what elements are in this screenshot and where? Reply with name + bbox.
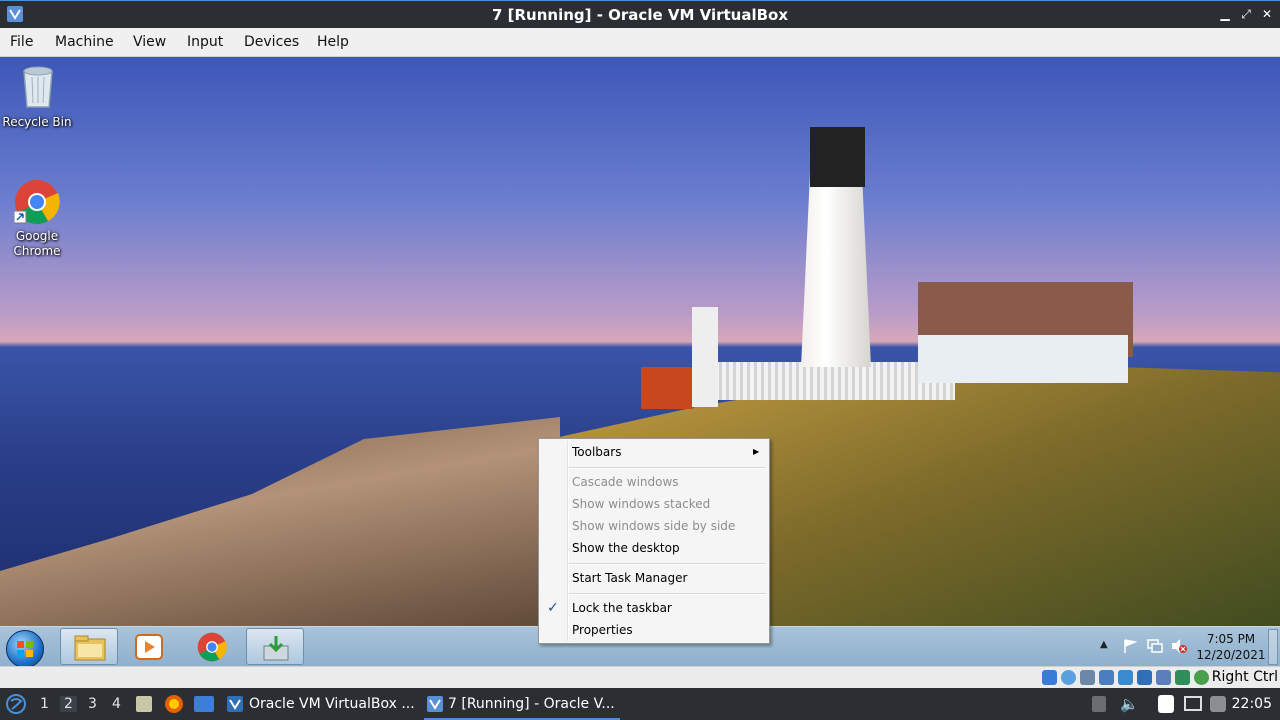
shared-folders-icon[interactable] [1137,670,1152,685]
menu-gutter [567,441,569,641]
window-title: 7 [Running] - Oracle VM VirtualBox [491,6,789,24]
recording-icon[interactable] [1175,670,1190,685]
maximize-icon[interactable]: ⤢ [1237,5,1255,23]
chrome-label-line1: Google [15,229,59,243]
menubar: File Machine View Input Devices Help [0,28,1280,57]
chrome-label-line2: Chrome [13,244,61,258]
folder-icon[interactable] [194,696,214,712]
taskbar-installer[interactable] [246,628,304,665]
installer-icon [263,636,289,661]
recycle-bin-label: Recycle Bin [2,115,72,129]
guest-clock[interactable]: 7:05 PM 12/20/2021 [1196,631,1266,663]
wallpaper-tower [692,307,718,407]
network-icon[interactable] [1146,638,1164,654]
close-icon[interactable]: ✕ [1258,5,1276,23]
menu-item-lock-taskbar[interactable]: Lock the taskbar [572,598,672,618]
guest-clock-date: 12/20/2021 [1196,648,1266,662]
network-tray-icon[interactable] [1210,696,1226,712]
file-manager-icon[interactable] [136,696,152,712]
wallpaper-shed [641,367,693,409]
menu-item-toolbars[interactable]: Toolbars [572,442,621,462]
menu-item-show-side-by-side: Show windows side by side [572,519,736,533]
desktop-icon-recycle-bin[interactable]: Recycle Bin [2,63,72,135]
host-panel: 1 2 3 4 Oracle VM VirtualBox ... 7 [Runn… [0,688,1280,720]
volume-icon[interactable]: 🔈 [1120,695,1139,713]
window-titlebar[interactable]: 7 [Running] - Oracle VM VirtualBox ▁ ⤢ ✕ [0,0,1280,28]
taskbar-context-menu: Toolbars ▶ Cascade windows Show windows … [538,438,770,644]
display-icon[interactable] [1156,670,1171,685]
menu-input[interactable]: Input [187,34,223,50]
wallpaper-rocks [0,417,560,626]
hard-disk-icon[interactable] [1042,670,1057,685]
optical-drive-icon[interactable] [1061,670,1076,685]
workspace-1[interactable]: 1 [40,696,49,712]
checkmark-icon: ✓ [547,600,559,616]
desktop-icon-chrome[interactable]: Google Chrome [2,177,72,261]
chrome-icon [197,632,227,662]
task-virtualbox-manager-label: Oracle VM VirtualBox ... [249,696,415,712]
tray-scroll-icon[interactable] [1092,696,1106,712]
usb-icon[interactable] [1118,670,1133,685]
menu-item-cascade-windows: Cascade windows [572,475,679,489]
menu-item-properties[interactable]: Properties [572,620,633,640]
workspace-2[interactable]: 2 [60,696,77,712]
workspace-3[interactable]: 3 [88,696,97,712]
menu-item-start-task-manager[interactable]: Start Task Manager [572,568,687,588]
vbox-status-bar: Right Ctrl [0,666,1280,688]
workspace-4[interactable]: 4 [112,696,121,712]
task-vm-7-label: 7 [Running] - Oracle V... [448,696,615,712]
menu-separator [569,563,766,565]
menu-help[interactable]: Help [317,34,349,50]
menu-view[interactable]: View [133,34,166,50]
taskbar-file-explorer[interactable] [60,628,118,665]
audio-icon[interactable] [1080,670,1095,685]
menu-item-show-desktop[interactable]: Show the desktop [572,538,680,558]
volume-muted-icon[interactable] [1170,638,1188,654]
chrome-icon [14,180,60,224]
task-vm-7[interactable]: 7 [Running] - Oracle V... [424,688,620,720]
menu-separator [569,467,766,469]
start-button[interactable] [6,630,44,668]
menu-machine[interactable]: Machine [55,34,114,50]
taskbar-media-player[interactable] [120,628,178,665]
app-menu-icon[interactable] [6,694,26,714]
task-virtualbox-manager[interactable]: Oracle VM VirtualBox ... [224,688,416,720]
host-key-label[interactable]: Right Ctrl [1212,669,1278,685]
windows-logo-icon [17,641,33,657]
guest-clock-time: 7:05 PM [1206,632,1256,646]
cpu-icon[interactable] [1194,670,1209,685]
menu-separator [569,593,766,595]
media-player-icon [135,634,163,660]
menu-devices[interactable]: Devices [244,34,299,50]
file-explorer-icon [74,635,106,661]
host-clock[interactable]: 22:05 [1232,696,1272,712]
clipboard-icon[interactable] [1158,695,1174,713]
firefox-icon[interactable] [164,694,184,714]
wallpaper-lighthouse-lantern [810,127,865,187]
network-adapter-icon[interactable] [1099,670,1114,685]
action-center-flag-icon[interactable] [1122,638,1138,654]
minimize-icon[interactable]: ▁ [1216,5,1234,23]
taskbar-chrome[interactable] [183,628,241,665]
show-desktop-button[interactable] [1268,629,1278,665]
submenu-arrow-icon: ▶ [753,447,760,456]
display-tray-icon[interactable] [1184,696,1202,711]
virtualbox-manager-icon [227,696,243,712]
menu-file[interactable]: File [10,34,33,50]
wallpaper-house-body [918,335,1128,383]
show-hidden-icons-icon[interactable]: ▲ [1100,639,1108,650]
virtualbox-vm-icon [427,696,443,712]
menu-item-show-windows-stacked: Show windows stacked [572,497,711,511]
recycle-bin-icon [23,66,53,108]
